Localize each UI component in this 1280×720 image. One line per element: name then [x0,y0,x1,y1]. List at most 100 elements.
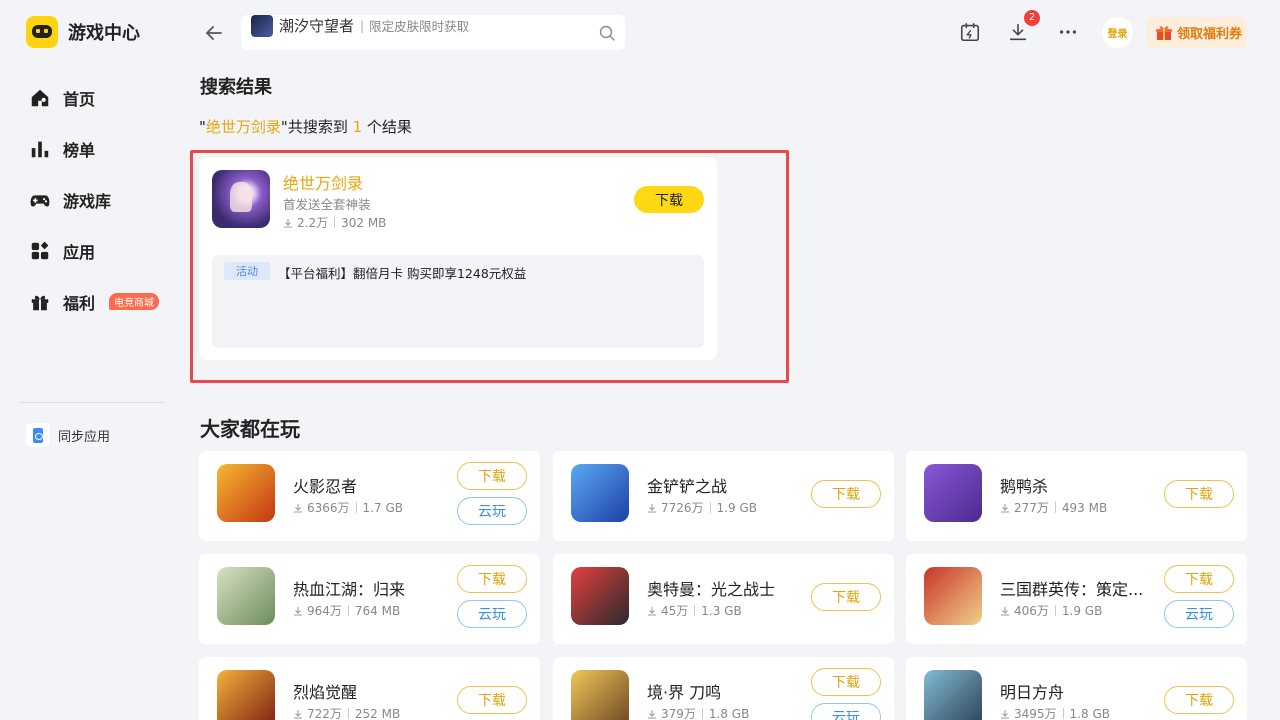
search-results-summary: "绝世万剑录"共搜索到 1 个结果 [199,116,412,137]
game-meta: 277万 493 MB [1000,499,1107,516]
sidebar-item-label: 首页 [63,89,96,109]
game-card[interactable]: 鹅鸭杀 277万 493 MB 下载 [906,451,1247,541]
game-card[interactable]: 烈焰觉醒 722万 252 MB 下载 [199,657,540,720]
sidebar-item-home[interactable]: 首页 [28,72,168,123]
search-result-card[interactable]: 绝世万剑录 首发送全套神装 2.2万 302 MB 下载 活动 【平台福利】翻倍… [199,157,717,360]
cloud-play-button[interactable]: 云玩 [1164,600,1234,628]
result-downloads: 2.2万 [297,216,329,230]
game-icon [924,670,982,720]
game-size: 1.9 GB [1061,603,1103,618]
apps-icon [28,239,52,263]
home-icon [28,86,52,110]
game-card[interactable]: 奥特曼：光之战士 45万 1.3 GB 下载 [553,554,894,644]
game-meta: 964万 764 MB [293,602,400,619]
activity-text: 【平台福利】翻倍月卡 购买即享1248元权益 [278,266,527,281]
brand[interactable]: 游戏中心 [26,16,140,48]
download-button[interactable]: 下载 [1164,480,1234,508]
meta-divider [1054,605,1056,616]
download-count-badge: 2 [1024,10,1040,26]
game-icon [571,670,629,720]
game-downloads: 964万 [307,604,342,618]
game-name: 烈焰觉醒 [293,683,358,702]
sidebar-item-game-library[interactable]: 游戏库 [28,174,168,225]
game-card[interactable]: 热血江湖：归来 964万 764 MB 下载云玩 [199,554,540,644]
sidebar-item-apps[interactable]: 应用 [28,225,168,276]
gift-icon [28,290,52,314]
game-size: 1.7 GB [362,500,403,515]
gift-box-icon [1155,24,1173,42]
game-meta: 406万 1.9 GB [1000,602,1102,619]
game-name: 金铲铲之战 [647,477,728,496]
search-bar[interactable]: 潮汐守望者 | 限定皮肤限时获取 [241,14,625,50]
download-count-icon [648,503,656,512]
game-card[interactable]: 境·界 刀鸣 379万 1.8 GB 下载 云玩 [553,657,894,720]
cloud-play-button[interactable]: 云玩 [811,703,881,720]
more-icon[interactable] [1056,20,1080,44]
game-icon [217,464,275,522]
popular-section-title: 大家都在玩 [200,417,300,441]
game-card[interactable]: 火影忍者 6366万 1.7 GB 下载 云玩 [199,451,540,541]
app-title: 游戏中心 [68,23,140,44]
download-button[interactable]: 下载 [457,462,527,490]
activity-box[interactable]: 活动 【平台福利】翻倍月卡 购买即享1248元权益 [212,255,704,348]
game-controller-logo-icon [26,16,58,48]
sync-apps-button[interactable]: 同步应用 [26,423,110,447]
game-size: 1.3 GB [701,603,742,618]
game-icon [924,464,982,522]
sidebar-nav: 首页 榜单 游戏库 应用 福利 电竞商城 [28,72,168,327]
game-size: 764 MB [354,603,401,618]
download-button[interactable]: 下载 [811,668,881,696]
game-card[interactable]: 明日方舟 3495万 1.8 GB 下载 [906,657,1247,720]
game-icon [924,567,982,625]
game-downloads: 7726万 [661,501,704,515]
game-downloads: 379万 [661,707,696,720]
download-button[interactable]: 下载 [634,186,704,213]
sidebar-divider [19,402,165,403]
download-button[interactable]: 下载 [811,583,881,611]
sidebar-item-label: 福利 [63,293,96,313]
download-button[interactable]: 下载 [457,565,527,593]
back-arrow-icon[interactable] [203,22,225,44]
game-downloads: 6366万 [307,501,350,515]
claim-coupon-label: 领取福利券 [1177,27,1243,42]
meta-divider [347,605,349,616]
meta-divider [701,708,703,719]
search-game-thumbnail [251,14,273,37]
game-meta: 6366万 1.7 GB [293,499,403,516]
game-downloads: 3495万 [1014,707,1057,720]
search-icon[interactable] [599,25,615,41]
game-name: 鹅鸭杀 [1000,477,1049,496]
game-meta: 3495万 1.8 GB [1000,705,1110,720]
download-button[interactable]: 下载 [1164,565,1234,593]
game-name: 明日方舟 [1000,683,1065,702]
sidebar: 游戏中心 首页 榜单 游戏库 应用 福利 电竞商城 同步应用 [0,0,184,720]
game-name: 热血江湖：归来 [293,580,406,599]
game-downloads: 277万 [1014,501,1049,515]
game-card[interactable]: 金铲铲之战 7726万 1.9 GB 下载 [553,451,894,541]
login-button[interactable]: 登录 [1102,17,1133,48]
sidebar-item-welfare[interactable]: 福利 电竞商城 [28,276,168,327]
download-button[interactable]: 下载 [811,480,881,508]
game-icon [212,170,270,228]
download-button[interactable]: 下载 [1164,686,1234,714]
game-name: 奥特曼：光之战士 [647,580,776,599]
game-icon [571,464,629,522]
cloud-play-button[interactable]: 云玩 [457,600,527,628]
claim-coupon-button[interactable]: 领取福利券 [1147,17,1247,48]
meta-divider [1062,708,1064,719]
download-count-icon [648,709,656,718]
search-suggestion-hint: 限定皮肤限时获取 [369,19,470,34]
sidebar-item-label: 应用 [63,242,96,262]
result-size: 302 MB [341,215,387,230]
game-size: 1.8 GB [708,706,750,720]
sidebar-item-ranking[interactable]: 榜单 [28,123,168,174]
game-size: 1.9 GB [716,500,757,515]
search-suggestion-title: 潮汐守望者 [279,17,355,35]
download-button[interactable]: 下载 [457,686,527,714]
result-game-name[interactable]: 绝世万剑录 [283,170,363,194]
calendar-icon[interactable] [958,20,982,44]
cloud-play-button[interactable]: 云玩 [457,497,527,525]
game-card[interactable]: 三国群英传：策定... 406万 1.9 GB 下载 云玩 [906,554,1247,644]
meta-divider [694,605,696,616]
summary-keyword: 绝世万剑录 [205,118,281,136]
